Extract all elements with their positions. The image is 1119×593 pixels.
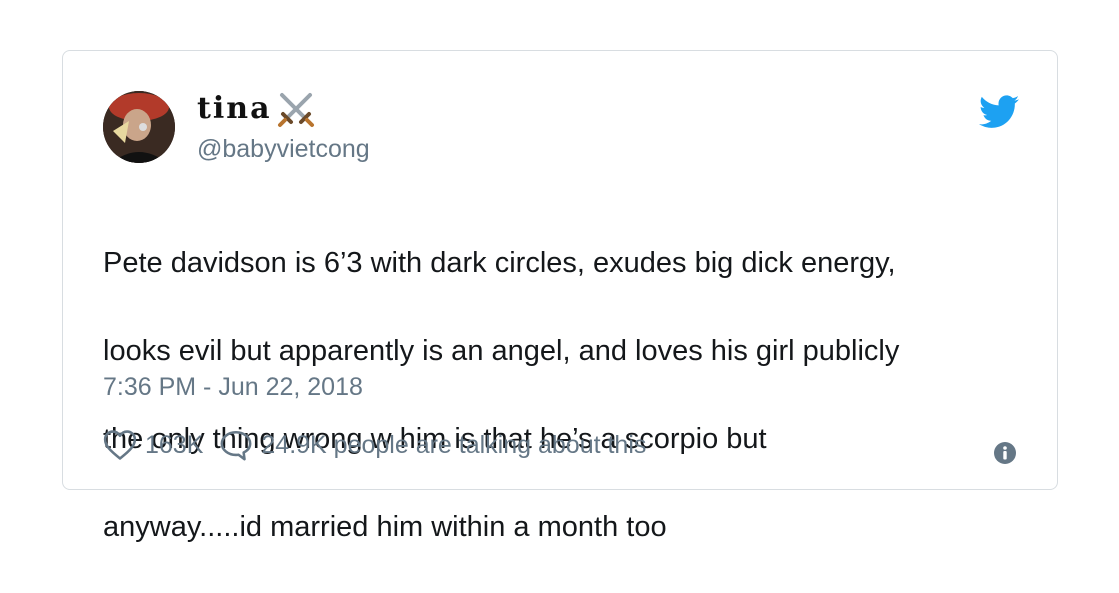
heart-icon[interactable]: [103, 429, 137, 461]
avatar[interactable]: [103, 91, 175, 163]
tweet-text-line: anyway.....id married him within a month…: [103, 511, 667, 543]
display-name-text: tina: [197, 91, 272, 126]
talking-count[interactable]: 24.9K people are talking about this: [261, 431, 646, 460]
action-bar: 163K 24.9K people are talking about this: [103, 429, 646, 461]
speech-bubble-icon[interactable]: [219, 429, 253, 461]
tweet-card: tina @babyvietcong Pete davidson is 6’3 …: [62, 50, 1058, 543]
timestamp[interactable]: 7:36 PM - Jun 22, 2018: [103, 373, 363, 402]
display-name[interactable]: tina: [197, 89, 316, 129]
crossed-swords-icon: [277, 93, 314, 127]
handle[interactable]: @babyvietcong: [197, 135, 370, 164]
avatar-image: [103, 91, 175, 163]
tweet-text-line: Pete davidson is 6’3 with dark circles, …: [103, 247, 896, 279]
twitter-bird-icon[interactable]: [979, 95, 1019, 129]
tweet-text-line: looks evil but apparently is an angel, a…: [103, 335, 900, 367]
info-icon[interactable]: [993, 441, 1017, 465]
like-count[interactable]: 163K: [145, 431, 203, 460]
